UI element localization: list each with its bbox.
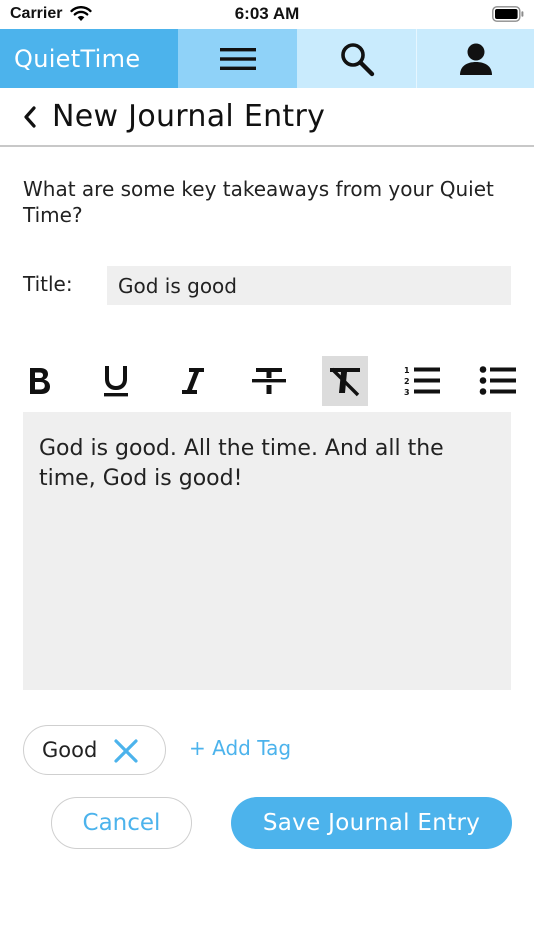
journal-body-editor[interactable]: God is good. All the time. And all the t… [23,412,511,690]
svg-text:1: 1 [404,366,410,375]
strikethrough-icon [251,368,286,394]
menu-button[interactable] [178,29,297,88]
strikethrough-button[interactable] [246,356,292,406]
svg-text:3: 3 [404,388,410,397]
tag-chip: Good [23,725,166,775]
underline-button[interactable] [93,356,139,406]
title-label: Title: [23,272,73,296]
brand-logo[interactable]: QuietTime [0,29,178,88]
close-icon[interactable] [113,738,139,764]
status-bar: Carrier 6:03 AM [0,0,534,29]
hamburger-menu-icon [219,47,256,70]
numbered-list-icon: 1 2 3 [404,366,440,397]
cancel-button[interactable]: Cancel [51,797,192,849]
search-button[interactable] [297,29,416,88]
profile-button[interactable] [416,29,534,88]
clock: 6:03 AM [234,4,300,23]
page-title: New Journal Entry [52,99,326,134]
battery-icon [492,6,524,22]
bulleted-list-icon [479,366,516,395]
bold-icon [30,368,50,394]
chevron-left-icon [24,105,36,128]
bold-button[interactable] [17,356,63,406]
app-bar: QuietTime [0,29,534,88]
underline-icon [104,366,129,397]
numbered-list-button[interactable]: 1 2 3 [399,356,445,406]
save-journal-entry-button[interactable]: Save Journal Entry [231,797,512,849]
italic-icon [181,368,204,394]
journal-prompt: What are some key takeaways from your Qu… [23,177,494,227]
svg-text:2: 2 [404,377,410,386]
italic-button[interactable] [170,356,216,406]
formatting-toolbar: 1 2 3 [17,356,521,406]
title-input[interactable] [107,266,511,305]
add-tag-link[interactable]: + Add Tag [189,736,291,760]
page-header: New Journal Entry [0,88,534,147]
search-icon [340,42,374,76]
tag-label: Good [42,738,98,762]
person-icon [459,43,492,75]
back-button[interactable] [8,87,52,146]
clear-formatting-button[interactable] [322,356,369,406]
bulleted-list-button[interactable] [475,356,521,406]
clear-format-icon [330,367,361,397]
